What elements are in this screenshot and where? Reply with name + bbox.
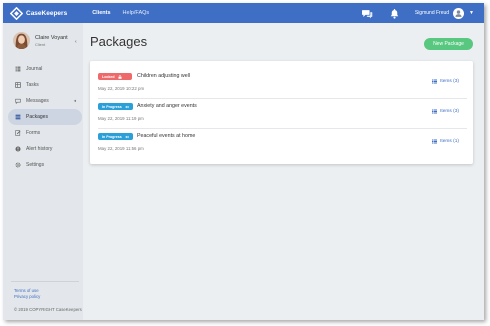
nav-clients[interactable]: Clients	[92, 10, 110, 16]
list-item[interactable]: In Progress Peaceful events at home May …	[98, 129, 467, 157]
sidebar-divider	[11, 281, 79, 282]
list-icon	[432, 139, 438, 144]
sidebar-item-label: Messages	[26, 98, 49, 104]
messages-icon	[15, 98, 21, 104]
forms-icon	[15, 130, 21, 136]
journal-icon	[15, 66, 21, 72]
packages-icon	[15, 114, 21, 120]
sidebar-item-journal[interactable]: Journal	[8, 61, 82, 77]
sidebar-item-label: Forms	[26, 130, 41, 136]
status-badge: Locked	[98, 73, 132, 80]
sidebar-item-label: Tasks	[26, 82, 39, 88]
items-count: Items (3)	[440, 109, 459, 114]
status-label: In Progress	[102, 104, 122, 109]
sidebar-item-label: Packages	[26, 114, 48, 120]
sidebar-item-label: Settings	[26, 162, 45, 168]
user-name[interactable]: Sigmund Freud	[415, 10, 449, 16]
brand[interactable]: CaseKeepers	[10, 6, 68, 20]
sidebar-item-label: Alert history	[26, 146, 53, 152]
casekeepers-logo-icon	[10, 6, 23, 20]
sidebar-item-messages[interactable]: Messages ◂	[8, 93, 82, 109]
list-icon	[432, 109, 438, 114]
client-name: Claire Voyant	[35, 34, 68, 41]
package-date: May 22, 2019 11:19 pm	[98, 116, 144, 121]
packages-list: Locked Children adjusting well May 22, 2…	[90, 61, 473, 164]
status-badge: In Progress	[98, 133, 133, 140]
sidebar-item-tasks[interactable]: Tasks	[8, 77, 82, 93]
status-label: Locked	[102, 74, 115, 79]
lock-icon	[118, 74, 122, 79]
chat-icon[interactable]	[361, 8, 373, 19]
chevron-left-icon: ◂	[73, 98, 76, 103]
progress-icon	[125, 135, 129, 138]
client-photo-icon	[13, 32, 30, 49]
user-avatar-icon[interactable]	[453, 7, 465, 19]
items-link[interactable]: Items (1)	[432, 139, 459, 144]
sidebar-menu: Journal Tasks Messages ◂ Packages Forms …	[8, 61, 82, 173]
alert-icon	[15, 146, 21, 152]
items-count: Items (1)	[440, 139, 459, 144]
list-item[interactable]: In Progress Anxiety and anger events May…	[98, 99, 467, 129]
sidebar-item-forms[interactable]: Forms	[8, 125, 82, 141]
list-icon	[432, 79, 438, 84]
person-icon	[455, 9, 462, 17]
new-package-button[interactable]: New Package	[424, 38, 473, 50]
package-date: May 22, 2019 10:22 pm	[98, 86, 145, 91]
page-title: Packages	[90, 34, 148, 49]
gear-icon	[15, 162, 21, 168]
avatar	[13, 32, 30, 49]
client-profile[interactable]: Claire Voyant Client	[13, 32, 68, 49]
sidebar-item-alert-history[interactable]: Alert history	[8, 141, 82, 157]
sidebar-item-packages[interactable]: Packages	[8, 109, 82, 125]
tasks-icon	[15, 82, 21, 88]
sidebar: Claire Voyant Client ‹ Journal Tasks Mes…	[3, 23, 83, 320]
sidebar-item-settings[interactable]: Settings	[8, 157, 82, 173]
package-name[interactable]: Anxiety and anger events	[137, 103, 197, 109]
items-link[interactable]: Items (3)	[432, 109, 459, 114]
package-date: May 22, 2019 11:56 pm	[98, 146, 144, 151]
status-label: In Progress	[102, 134, 122, 139]
terms-of-use-link[interactable]: Terms of use	[14, 288, 39, 293]
client-role: Client	[35, 41, 46, 47]
status-badge: In Progress	[98, 103, 133, 110]
progress-icon	[125, 105, 129, 108]
bell-icon[interactable]	[389, 8, 400, 19]
list-item[interactable]: Locked Children adjusting well May 22, 2…	[98, 69, 467, 99]
chevron-down-icon[interactable]: ▼	[469, 10, 474, 16]
privacy-policy-link[interactable]: Privacy policy	[14, 294, 40, 299]
copyright-text: © 2019 COPYRIGHT CaseKeepers	[14, 307, 82, 312]
items-link[interactable]: Items (3)	[432, 79, 459, 84]
package-name[interactable]: Peaceful events at home	[137, 133, 195, 139]
top-navbar: CaseKeepers Clients Help/FAQs Sigmund Fr…	[3, 3, 484, 23]
chevron-left-icon[interactable]: ‹	[75, 39, 77, 45]
sidebar-item-label: Journal	[26, 66, 43, 72]
package-name[interactable]: Children adjusting well	[137, 73, 190, 79]
items-count: Items (3)	[440, 79, 459, 84]
brand-name: CaseKeepers	[26, 9, 68, 17]
app-window: CaseKeepers Clients Help/FAQs Sigmund Fr…	[3, 3, 484, 320]
nav-help-faqs[interactable]: Help/FAQs	[123, 10, 150, 16]
